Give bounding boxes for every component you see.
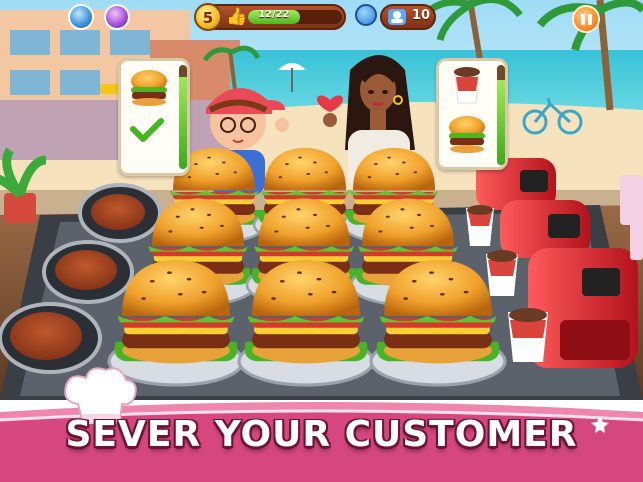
- soda-cup-1[interactable]: [466, 205, 494, 246]
- grill-pan-2[interactable]: [42, 240, 134, 304]
- patience-bar: [497, 65, 505, 165]
- soda-cup-3[interactable]: [508, 308, 548, 362]
- pause-icon: [581, 14, 585, 25]
- level-progress-bar: 5 👍 12/22: [194, 3, 346, 31]
- pause-icon-bar: [588, 14, 592, 25]
- pause-button[interactable]: [572, 5, 600, 33]
- level-badge: 5: [194, 3, 222, 31]
- patience-fill: [497, 80, 505, 165]
- guest-icon: [386, 6, 408, 28]
- soda-cup-2[interactable]: [486, 250, 518, 296]
- customer-mood-icon: [355, 4, 377, 26]
- xp-text: 12/22: [258, 9, 290, 20]
- grill-pan-3[interactable]: [0, 302, 102, 374]
- grill-pan-1[interactable]: [78, 183, 162, 243]
- burger-icon: [449, 116, 485, 153]
- globe-icon[interactable]: [68, 4, 94, 30]
- check-icon: [130, 118, 164, 142]
- patience-fill: [179, 77, 187, 169]
- thumbs-up-icon: 👍: [226, 7, 248, 27]
- burger-icon: [130, 70, 167, 142]
- game-screen: 5 👍 12/22 10 SEVER YOUR CUSTOMER: [0, 0, 643, 482]
- patience-bar: [179, 65, 187, 169]
- gem-icon[interactable]: [104, 4, 130, 30]
- guest-count: 10: [412, 8, 431, 23]
- banner-title: SEVER YOUR CUSTOMER: [65, 414, 578, 455]
- soda-machine-3[interactable]: [528, 248, 638, 368]
- order-card-1[interactable]: [118, 58, 190, 176]
- order-card-2[interactable]: [436, 58, 508, 170]
- guest-counter: 10: [380, 4, 436, 30]
- soda-cup-icon: [454, 67, 480, 104]
